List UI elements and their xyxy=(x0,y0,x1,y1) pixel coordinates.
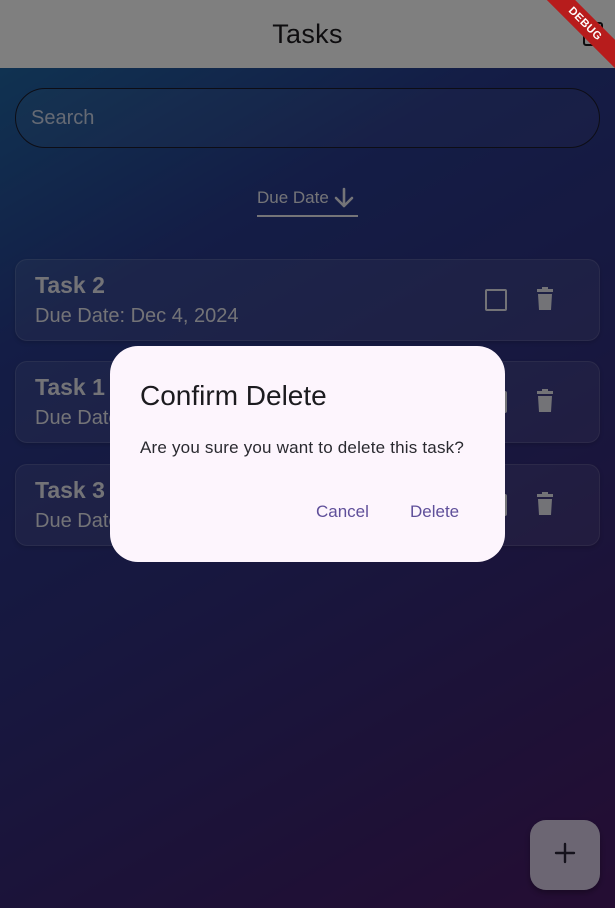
confirm-delete-dialog: Confirm Delete Are you sure you want to … xyxy=(110,346,505,562)
dialog-message: Are you sure you want to delete this tas… xyxy=(140,438,465,457)
cancel-button[interactable]: Cancel xyxy=(310,495,375,529)
dialog-title: Confirm Delete xyxy=(140,380,327,411)
delete-button[interactable]: Delete xyxy=(404,495,465,529)
